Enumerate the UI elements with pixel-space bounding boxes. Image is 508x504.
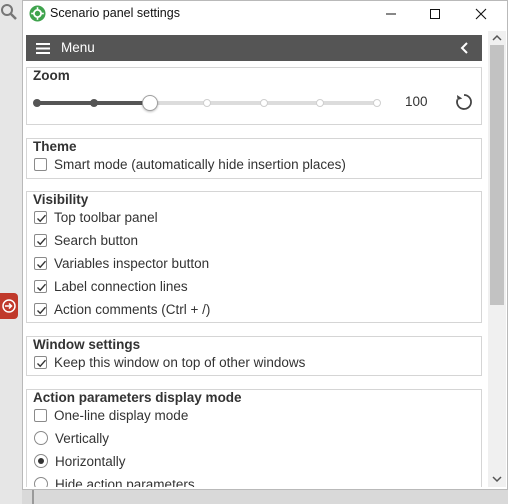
chevron-left-icon[interactable] — [458, 41, 472, 55]
variables-inspector-label: Variables inspector button — [54, 255, 210, 271]
hide-action-params-radio[interactable] — [34, 477, 48, 487]
one-line-display-checkbox[interactable] — [34, 408, 47, 422]
horizontally-radio[interactable] — [34, 454, 48, 468]
background-toolbar — [0, 0, 22, 504]
zoom-slider-tick[interactable] — [259, 99, 268, 107]
vertically-label: Vertically — [55, 430, 110, 446]
zoom-slider-thumb[interactable] — [142, 95, 159, 111]
theme-group: Theme Smart mode (automatically hide ins… — [26, 138, 482, 179]
exit-icon[interactable] — [0, 293, 18, 319]
menu-label: Menu — [61, 40, 95, 55]
settings-window: Scenario panel settings Menu Zoom 100 Th… — [22, 0, 508, 490]
checkmark-icon — [37, 359, 47, 367]
vertical-scrollbar[interactable] — [488, 31, 506, 487]
visibility-title: Visibility — [33, 192, 89, 207]
variables-inspector-option[interactable]: Variables inspector button — [34, 253, 209, 273]
action-comments-option[interactable]: Action comments (Ctrl + /) — [34, 299, 210, 319]
search-button-label: Search button — [54, 232, 139, 248]
menu-bar[interactable]: Menu — [26, 35, 482, 61]
close-button[interactable] — [459, 1, 503, 27]
search-button-checkbox[interactable] — [34, 233, 47, 247]
zoom-slider-tick[interactable] — [33, 99, 41, 107]
horizontally-label: Horizontally — [55, 453, 126, 469]
hamburger-icon[interactable] — [36, 43, 50, 54]
smart-mode-checkbox[interactable] — [34, 157, 47, 171]
zoom-value: 100 — [405, 94, 428, 109]
background-divider — [32, 488, 34, 504]
title-bar[interactable]: Scenario panel settings — [23, 1, 507, 27]
zoom-slider-tick[interactable] — [373, 99, 381, 107]
checkmark-icon — [37, 237, 47, 245]
checkmark-icon — [37, 306, 47, 314]
zoom-slider-tick[interactable] — [89, 99, 98, 107]
action-params-group: Action parameters display mode One-line … — [26, 389, 482, 487]
keep-on-top-label: Keep this window on top of other windows — [54, 354, 306, 370]
close-icon — [475, 8, 487, 20]
top-toolbar-panel-checkbox[interactable] — [34, 210, 47, 224]
hide-action-params-option[interactable]: Hide action parameters — [34, 474, 195, 487]
action-comments-checkbox[interactable] — [34, 302, 47, 316]
one-line-display-option[interactable]: One-line display mode — [34, 405, 188, 425]
keep-on-top-checkbox[interactable] — [34, 355, 47, 369]
window-settings-group: Window settings Keep this window on top … — [26, 336, 482, 376]
zoom-slider-tick[interactable] — [203, 99, 211, 107]
checkmark-icon — [37, 214, 47, 222]
keep-on-top-option[interactable]: Keep this window on top of other windows — [34, 352, 305, 372]
minimize-icon — [386, 13, 396, 15]
zoom-group: Zoom 100 — [26, 67, 482, 125]
window-settings-title: Window settings — [33, 337, 141, 352]
scroll-down-icon[interactable] — [491, 475, 503, 483]
variables-inspector-checkbox[interactable] — [34, 256, 47, 270]
gear-icon — [29, 5, 46, 22]
background-bottom-bar — [22, 488, 508, 504]
top-toolbar-panel-label: Top toolbar panel — [54, 209, 158, 225]
minimize-button[interactable] — [369, 1, 413, 27]
checkmark-icon — [37, 283, 47, 291]
vertically-option[interactable]: Vertically — [34, 428, 109, 448]
search-button-option[interactable]: Search button — [34, 230, 138, 250]
theme-title: Theme — [33, 139, 77, 154]
visibility-group: Visibility Top toolbar panel Search butt… — [26, 191, 482, 323]
action-params-title: Action parameters display mode — [33, 390, 242, 405]
window-title: Scenario panel settings — [50, 6, 180, 20]
zoom-slider-tick[interactable] — [316, 99, 325, 107]
vertically-radio[interactable] — [34, 431, 48, 445]
smart-mode-label: Smart mode (automatically hide insertion… — [54, 156, 346, 172]
zoom-title: Zoom — [33, 68, 70, 83]
smart-mode-option[interactable]: Smart mode (automatically hide insertion… — [34, 154, 346, 174]
reset-zoom-icon[interactable] — [454, 92, 474, 112]
top-toolbar-panel-option[interactable]: Top toolbar panel — [34, 207, 158, 227]
settings-content: Menu Zoom 100 Theme Smart mode (automati… — [26, 35, 482, 487]
scrollbar-thumb[interactable] — [490, 45, 504, 305]
hide-action-params-label: Hide action parameters — [55, 476, 195, 488]
radio-selected-dot — [38, 458, 44, 464]
action-comments-label: Action comments (Ctrl + /) — [54, 301, 211, 317]
label-connection-lines-checkbox[interactable] — [34, 279, 47, 293]
label-connection-lines-option[interactable]: Label connection lines — [34, 276, 188, 296]
horizontally-option[interactable]: Horizontally — [34, 451, 126, 471]
checkmark-icon — [37, 260, 47, 268]
maximize-icon — [430, 9, 440, 19]
label-connection-lines-label: Label connection lines — [54, 278, 188, 294]
maximize-button[interactable] — [413, 1, 457, 27]
one-line-display-label: One-line display mode — [54, 407, 189, 423]
scroll-up-icon[interactable] — [491, 34, 503, 42]
search-icon[interactable] — [0, 3, 18, 21]
